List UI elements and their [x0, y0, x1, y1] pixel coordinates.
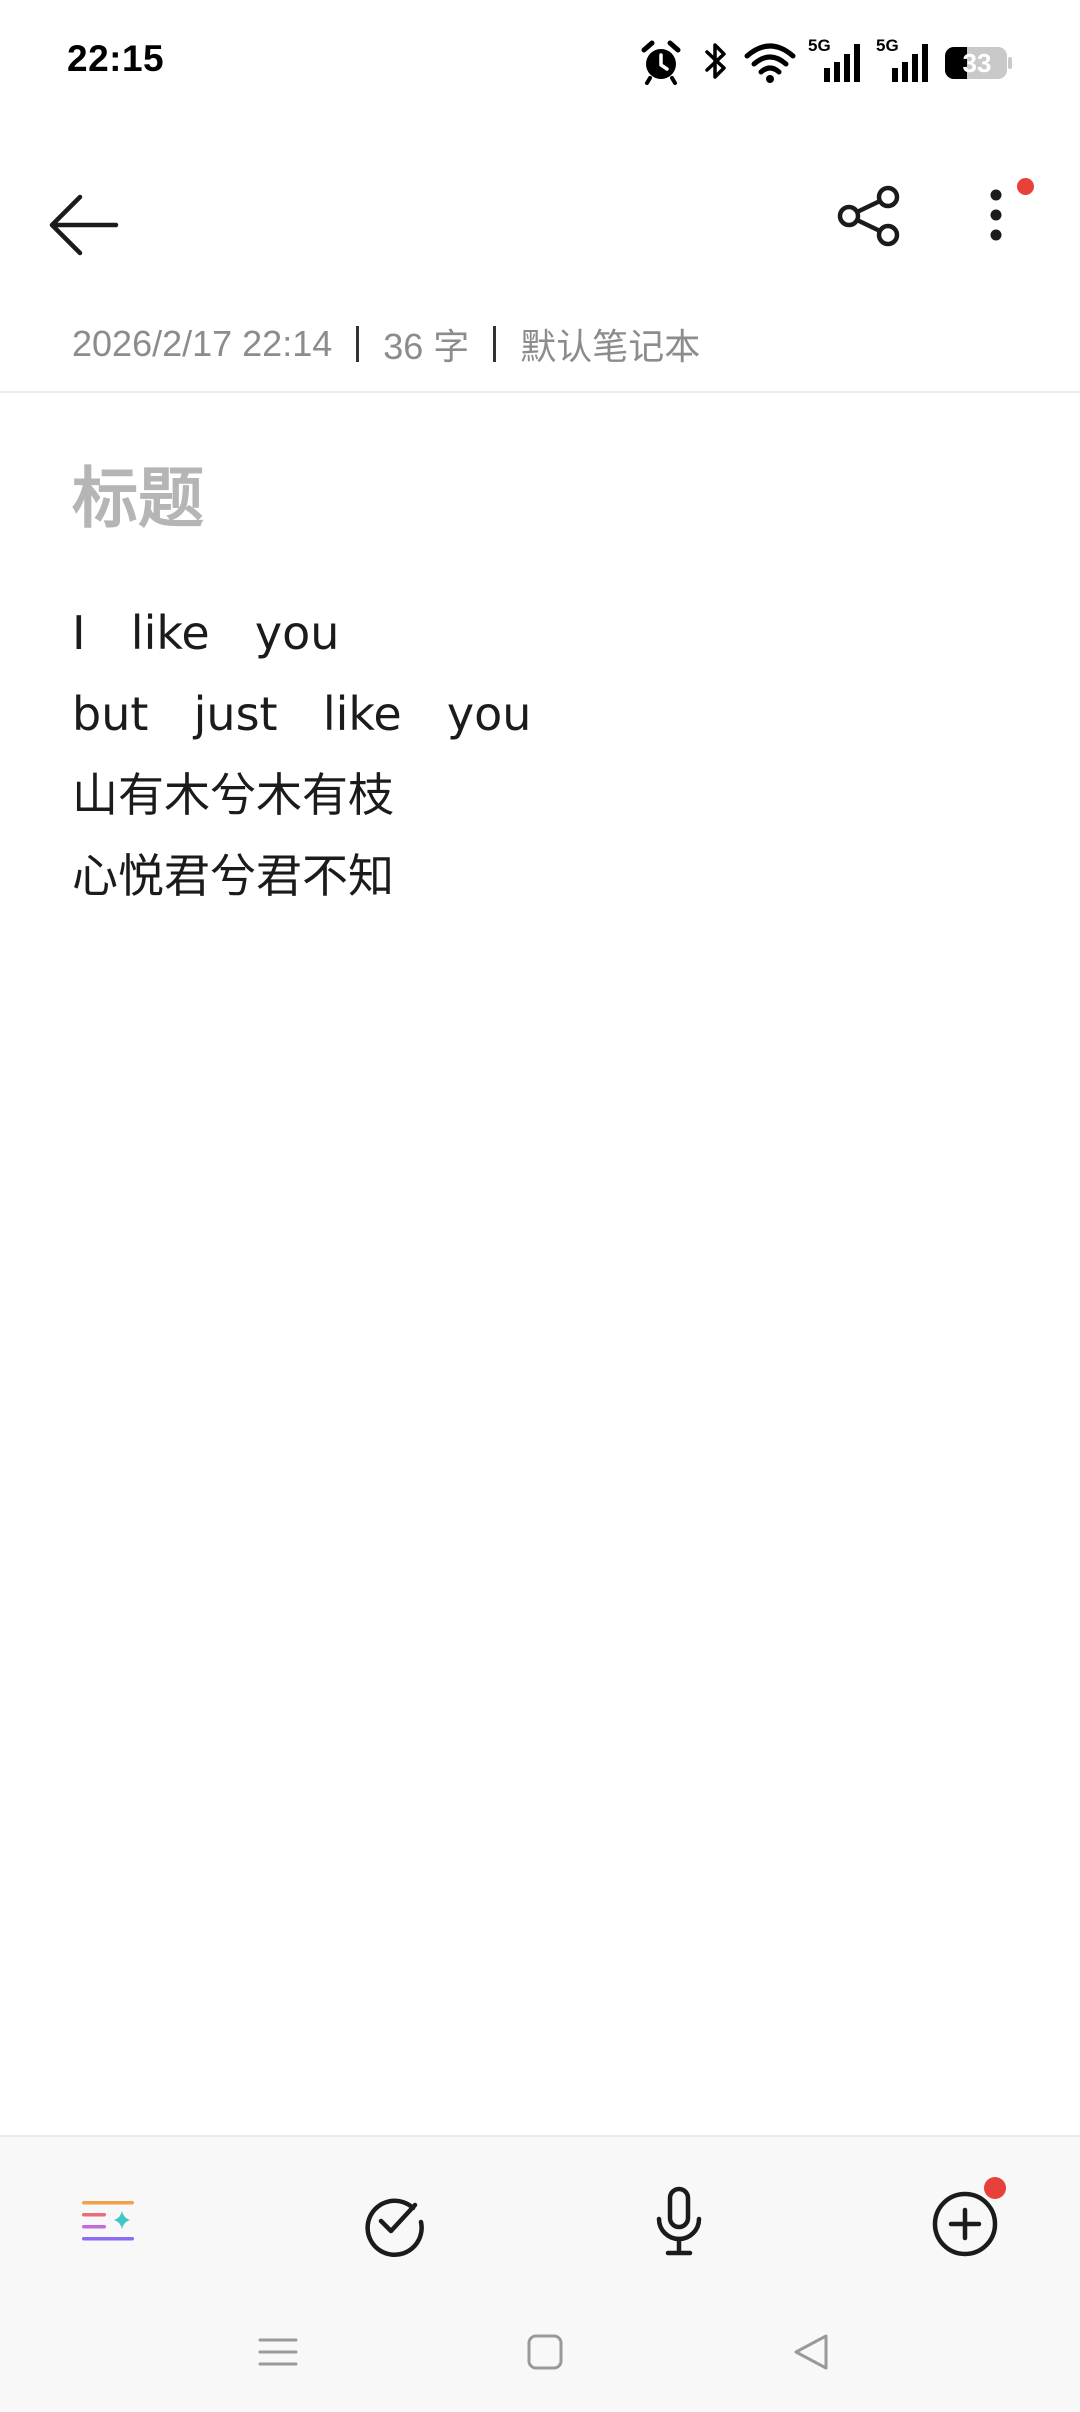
ai-format-button[interactable] [62, 2177, 152, 2267]
share-button[interactable] [820, 180, 916, 270]
note-body-editor[interactable]: I like you but just like you 山有木兮木有枝 心悦君… [72, 597, 1012, 921]
note-title-field[interactable]: 标题 [72, 445, 204, 541]
wifi-icon [744, 38, 796, 90]
meta-divider [356, 326, 360, 362]
notebook-name[interactable]: 默认笔记本 [520, 326, 700, 367]
top-app-bar [0, 160, 1080, 270]
signal-5g-icon: 5G [808, 36, 864, 86]
home-button[interactable] [515, 2322, 575, 2382]
system-nav-bar [0, 2304, 1080, 2412]
bottom-toolbar [0, 2135, 1080, 2412]
note-meta: 2026/2/17 22:14 36 字 默认笔记本 [72, 318, 700, 368]
status-time: 22:15 [67, 38, 165, 79]
recents-button[interactable] [248, 2322, 308, 2382]
note-line: but just like you [72, 687, 532, 741]
battery-icon: 33 [944, 38, 1014, 86]
signal-5g-icon: 5G [876, 36, 932, 86]
microphone-icon [656, 2186, 702, 2256]
status-icons: 5G 5G 33 [640, 36, 1020, 86]
back-button[interactable] [40, 180, 130, 270]
menu-icon [258, 2338, 298, 2366]
arrow-left-icon [49, 194, 119, 256]
note-word-count: 36 字 [383, 326, 470, 367]
note-line: I like you [72, 606, 340, 660]
note-datetime: 2026/2/17 22:14 [72, 323, 333, 364]
ai-format-icon [82, 2201, 134, 2241]
note-editor-screen: 22:15 5G 5G 33 2026/2/17 22:14 36 字 默认笔记… [0, 0, 1080, 2412]
system-back-button[interactable] [782, 2322, 842, 2382]
insert-button[interactable] [920, 2177, 1010, 2267]
notification-dot [1017, 178, 1034, 195]
back-triangle-icon [794, 2334, 828, 2370]
meta-divider [493, 326, 497, 362]
bluetooth-icon [702, 38, 730, 90]
alarm-icon [640, 38, 682, 90]
header-divider [0, 391, 1080, 393]
todo-check-icon [365, 2198, 424, 2257]
more-options-button[interactable] [960, 178, 1034, 270]
home-icon [527, 2334, 563, 2370]
voice-input-button[interactable] [634, 2177, 724, 2267]
status-bar: 22:15 5G 5G 33 [0, 0, 1080, 124]
note-line: 心悦君兮君不知 [72, 849, 394, 903]
note-line: 山有木兮木有枝 [72, 768, 394, 822]
share-icon [837, 185, 900, 247]
battery-level: 33 [962, 48, 992, 78]
todo-check-button[interactable] [349, 2177, 439, 2267]
notification-dot [984, 2177, 1006, 2199]
